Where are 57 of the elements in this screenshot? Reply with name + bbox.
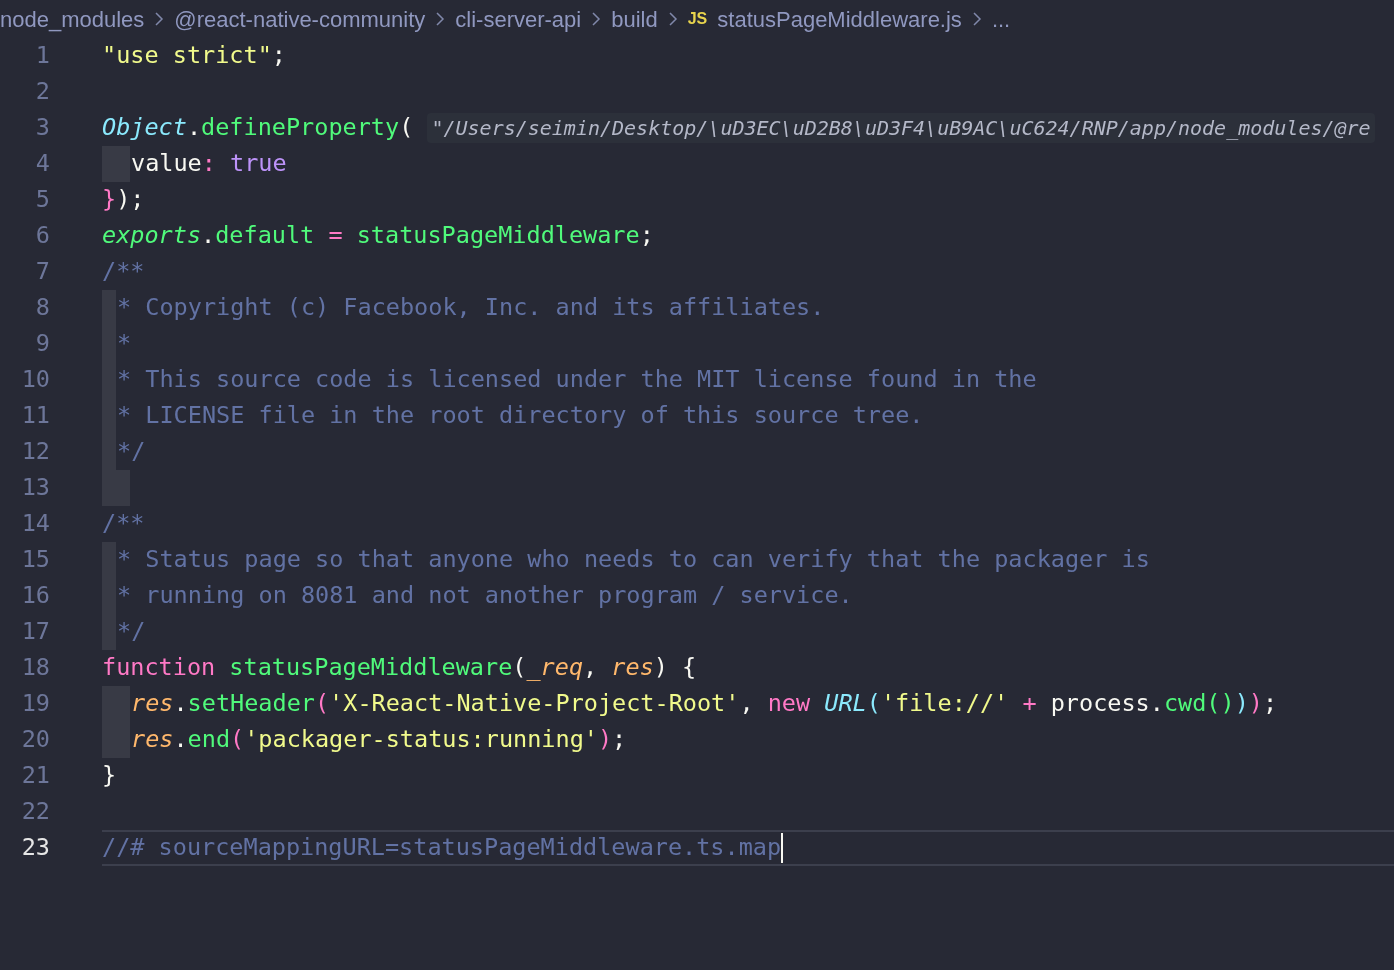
text-cursor [781, 833, 784, 863]
line-number: 1 [34, 40, 50, 72]
code-line: function statusPageMiddleware(_req, res) { [102, 652, 697, 684]
code-line: "use strict"; [102, 40, 286, 72]
js-file-icon: JS [687, 7, 708, 31]
code-line: * Status page so that anyone who needs to can verify that the packager is [117, 544, 1150, 576]
breadcrumb-item[interactable]: node_modules [0, 2, 145, 36]
line-number: 9 [34, 328, 50, 360]
line-number: 8 [34, 292, 50, 324]
chevron-icon [667, 11, 678, 27]
line-number: 2 [34, 76, 50, 108]
breadcrumb-item[interactable]: build [611, 2, 658, 36]
code-line: */ [117, 616, 146, 648]
code-line: }); [102, 184, 145, 216]
code-line: /** [102, 508, 145, 540]
code-line: exports.default = statusPageMiddleware; [102, 220, 654, 252]
breadcrumb-item[interactable]: ... [991, 2, 1011, 36]
code-line: //# sourceMappingURL=statusPageMiddleware.ts.map [102, 832, 782, 864]
code-line: value: true [131, 148, 287, 180]
breadcrumb-item[interactable]: statusPageMiddleware.js [717, 2, 962, 36]
line-number: 18 [20, 652, 50, 684]
chevron-icon [971, 11, 982, 27]
line-number: 22 [20, 796, 50, 828]
code-line: res.setHeader('X-React-Native-Project-Root', new URL('file://' + process.cwd())); [131, 688, 1278, 720]
line-number: 21 [20, 760, 50, 792]
code-line: /** [102, 256, 145, 288]
line-number: 23 [20, 832, 50, 864]
breadcrumb-item[interactable]: @react-native-community [174, 2, 426, 36]
code-line: * LICENSE file in the root directory of this source tree. [117, 400, 924, 432]
line-number: 4 [34, 148, 50, 180]
line-number: 5 [34, 184, 50, 216]
line-number: 17 [20, 616, 50, 648]
line-number: 11 [20, 400, 50, 432]
code-line: * running on 8081 and not another program / service. [117, 580, 853, 612]
line-number: 6 [34, 220, 50, 252]
breadcrumb-item[interactable]: cli-server-api [455, 2, 582, 36]
line-number: 7 [34, 256, 50, 288]
code-line: */ [117, 436, 146, 468]
chevron-icon [435, 11, 446, 27]
line-number: 12 [20, 436, 50, 468]
line-number: 14 [20, 508, 50, 540]
chevron-icon [591, 11, 602, 27]
line-number: 13 [20, 472, 50, 504]
line-number: 19 [20, 688, 50, 720]
chevron-icon [154, 11, 165, 27]
line-number: 15 [20, 544, 50, 576]
inline-hint: "/Users/seimin/Desktop/\uD3EC\uD2B8\uD3F4\uB9AC\uC624/RNP/app/node_modules/@re [427, 113, 1375, 143]
code-line: Object.defineProperty( [102, 112, 415, 144]
line-number: 3 [34, 112, 50, 144]
line-number: 16 [20, 580, 50, 612]
code-line: * This source code is licensed under the MIT license found in the [117, 364, 1037, 396]
code-line: res.end('packager-status:running'); [131, 724, 627, 756]
line-number: 10 [20, 364, 50, 396]
code-line: * Copyright (c) Facebook, Inc. and its affiliates. [117, 292, 825, 324]
code-line: * [117, 328, 132, 360]
code-line: } [102, 760, 117, 792]
line-number: 20 [20, 724, 50, 756]
